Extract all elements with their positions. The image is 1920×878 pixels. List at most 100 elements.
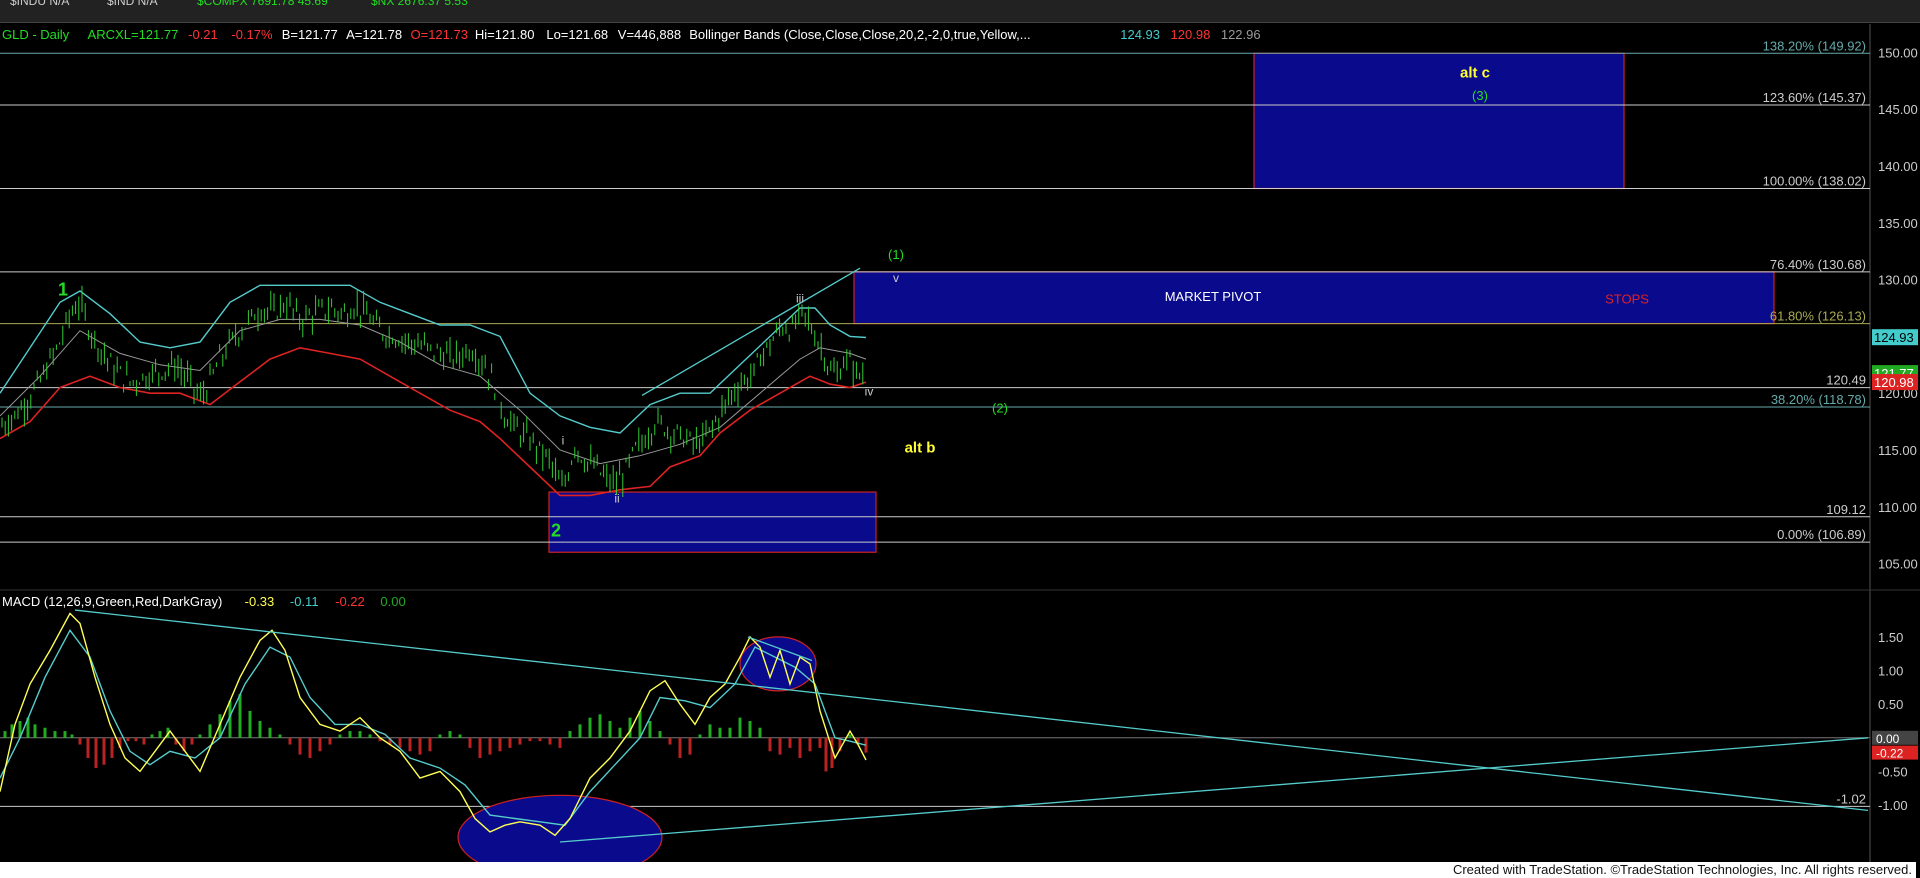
macd-histogram-bar <box>438 734 442 738</box>
macd-histogram-bar <box>63 731 67 738</box>
macd-histogram-bar <box>94 737 98 769</box>
ticker-3[interactable]: $COMPX 7691.78 45.69 <box>197 0 328 8</box>
macd-histogram-bar <box>598 714 602 738</box>
macd-header-field: -0.22 <box>335 594 365 609</box>
fib-level-label: 0.00% (106.89) <box>1777 527 1866 542</box>
macd-histogram-bar <box>110 737 114 758</box>
macd-histogram-bar <box>318 737 322 752</box>
alt-c-target-box <box>1253 52 1625 190</box>
macd-histogram-bar <box>648 721 652 738</box>
macd-histogram-bar <box>688 737 692 755</box>
price-tick-label: 110.00 <box>1878 500 1917 515</box>
macd-histogram-bar <box>578 724 582 738</box>
macd-histogram-bar <box>518 737 522 745</box>
price-tick-label: 135.00 <box>1878 216 1918 231</box>
macd-histogram-bar <box>308 737 312 758</box>
wave-label: (2) <box>992 401 1008 416</box>
macd-histogram-bar <box>3 731 7 738</box>
macd-histogram-bar <box>398 737 402 748</box>
macd-histogram-bar <box>208 724 212 738</box>
macd-histogram-bar <box>798 737 802 758</box>
macd-histogram-bar <box>718 727 722 738</box>
macd-histogram-bar <box>198 734 202 738</box>
macd-histogram-bar <box>468 737 472 748</box>
macd-trendline <box>559 737 1869 843</box>
macd-histogram-bar <box>428 737 432 752</box>
header-field: -0.17% <box>231 27 273 42</box>
macd-histogram-bar <box>328 737 332 745</box>
macd-trendline <box>74 609 1869 812</box>
footer-credit: Created with TradeStation. ©TradeStation… <box>0 862 1916 878</box>
ticker-2[interactable]: $IND N/A <box>107 0 158 8</box>
price-flag-label: 124.93 <box>1874 330 1914 345</box>
header-field: A=121.78 <box>346 27 402 42</box>
macd-histogram-bar <box>358 731 362 738</box>
alt-c-label: alt c <box>1460 64 1490 81</box>
market-pivot-label: MARKET PIVOT <box>1165 289 1262 304</box>
price-tick-label: 145.00 <box>1878 102 1918 117</box>
macd-level-label: -1.02 <box>1836 791 1866 806</box>
header-field: O=121.73 <box>411 27 468 42</box>
macd-histogram-bar <box>142 737 146 745</box>
fib-level-label: 38.20% (118.78) <box>1771 392 1866 407</box>
macd-histogram-bar <box>488 737 492 755</box>
macd-histogram-bar <box>768 737 772 752</box>
macd-tick-label: 1.00 <box>1878 664 1903 679</box>
macd-line <box>0 612 867 837</box>
macd-histogram-bar <box>53 731 57 738</box>
ticker-1[interactable]: $INDU N/A <box>10 0 69 8</box>
macd-histogram-bar <box>668 737 672 745</box>
macd-histogram-bar <box>458 734 462 738</box>
macd-histogram-bar <box>78 737 82 745</box>
wave-label: v <box>893 271 899 285</box>
macd-histogram-bar <box>658 731 662 738</box>
wave-label: ii <box>614 491 619 505</box>
macd-header-field: -0.33 <box>245 594 275 609</box>
macd-histogram-bar <box>748 721 752 738</box>
macd-header-field: MACD (12,26,9,Green,Red,DarkGray) <box>2 594 222 609</box>
header-field: Hi=121.80 <box>475 27 535 42</box>
macd-histogram-bar <box>568 731 572 738</box>
macd-tick-label: -1.00 <box>1878 798 1908 813</box>
macd-tick-label: 1.50 <box>1878 630 1903 645</box>
macd-histogram-bar <box>150 734 154 738</box>
macd-histogram-bar <box>778 737 782 755</box>
macd-histogram-bar <box>818 737 822 748</box>
header-field: Lo=121.68 <box>546 27 608 42</box>
fib-level-label: 123.60% (145.37) <box>1763 90 1866 105</box>
macd-histogram-bar <box>70 734 74 738</box>
symbol-tab-bar: $INDU N/A $IND N/A $COMPX 7691.78 45.69 $NX… <box>0 0 1920 23</box>
wave-label: (1) <box>888 247 904 262</box>
bollinger-upper-band <box>0 284 867 434</box>
price-level-label: 120.49 <box>1826 373 1866 388</box>
macd-histogram-bar <box>588 717 592 738</box>
fib-level-label: 138.20% (149.92) <box>1763 38 1866 53</box>
wave-2-support-box <box>548 491 877 553</box>
macd-histogram-bar <box>618 727 622 738</box>
price-flag-label: 120.98 <box>1874 375 1914 390</box>
ticker-4[interactable]: $NX 2676.37 5.53 <box>371 0 468 8</box>
macd-histogram-bar <box>558 737 562 748</box>
macd-histogram-bar <box>808 737 812 752</box>
macd-histogram-bar <box>824 737 828 772</box>
macd-histogram-bar <box>368 734 372 738</box>
header-field: 122.96 <box>1221 27 1261 42</box>
price-tick-label: 105.00 <box>1878 557 1918 572</box>
macd-histogram-bar <box>43 727 47 738</box>
macd-histogram-bar <box>268 727 272 738</box>
macd-histogram-bar <box>638 710 642 738</box>
macd-histogram-bar <box>258 721 262 738</box>
macd-histogram-bar <box>126 737 130 742</box>
macd-histogram-bar <box>758 727 762 738</box>
macd-flag-label: 0.00 <box>1876 732 1900 746</box>
macd-histogram-bar <box>102 737 106 765</box>
macd-signal-line <box>0 628 867 826</box>
macd-histogram-bar <box>508 737 512 748</box>
macd-histogram-bar <box>788 737 792 748</box>
bollinger-lower-band <box>0 346 867 497</box>
macd-histogram-bar <box>708 724 712 738</box>
price-tick-label: 150.00 <box>1878 45 1918 60</box>
header-field: -0.21 <box>188 27 218 42</box>
wave-label: iii <box>796 291 804 305</box>
wave-label: iv <box>865 384 874 398</box>
